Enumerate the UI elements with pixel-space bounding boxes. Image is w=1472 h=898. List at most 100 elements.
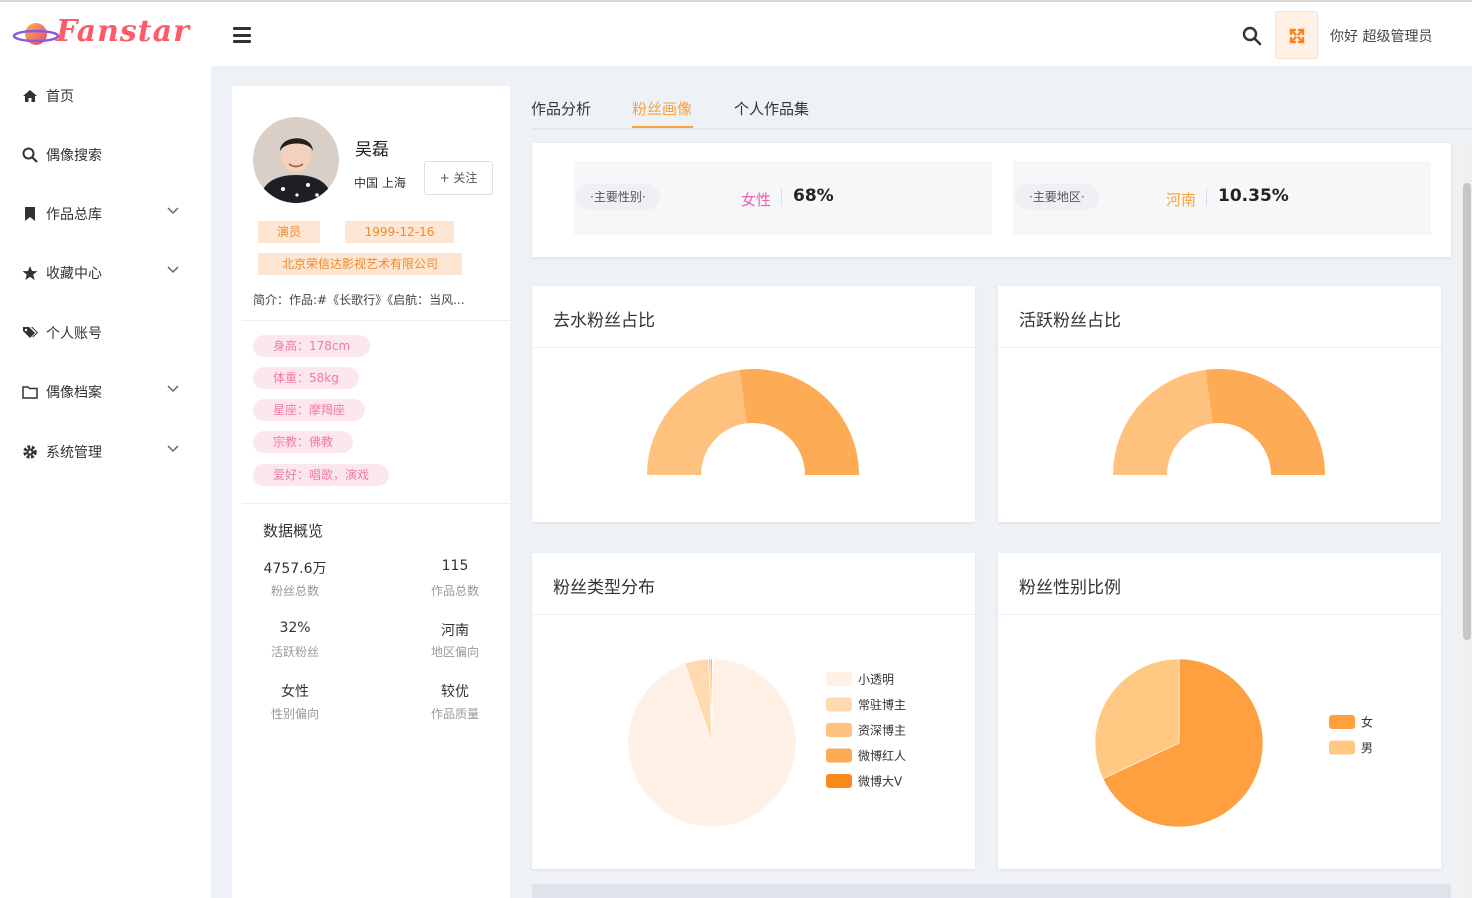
main-region-box: ·主要地区· 河南 10.35% (1013, 161, 1431, 235)
logo-text: Fanstar (56, 14, 190, 49)
home-icon (23, 90, 37, 102)
chevron-down-icon (167, 385, 179, 393)
folder-icon (22, 386, 38, 399)
legend-label-微博大V[interactable]: 微博大V (858, 774, 903, 789)
idol-location: 中国 上海 (354, 176, 406, 190)
page-scrollbar[interactable] (1462, 143, 1472, 898)
sidebar-item-label: 首页 (46, 89, 74, 105)
overview-title: 数据概览 (263, 522, 324, 540)
stat-value-works: 115 (441, 558, 469, 574)
sidebar-item-account[interactable]: 个人账号 (0, 313, 211, 353)
sidebar-item-idol-search[interactable]: 偶像搜索 (0, 135, 211, 175)
stat-value-fans: 4757.6万 (263, 561, 327, 577)
active-fans-chart (1113, 369, 1325, 475)
sidebar-item-system[interactable]: 系统管理 (0, 432, 211, 472)
attribute-tag-hobby: 爱好：唱歌，演戏 (253, 464, 390, 486)
attribute-tag-zodiac: 星座：摩羯座 (253, 399, 366, 421)
sidebar-item-idol-archive[interactable]: 偶像档案 (0, 372, 211, 412)
sidebar-item-label: 系统管理 (46, 445, 102, 461)
legend-swatch-微博红人[interactable] (826, 748, 852, 763)
tab-fan-profile[interactable]: 粉丝画像 (632, 98, 692, 119)
legend-swatch-小透明[interactable] (826, 672, 852, 686)
birthday-tag: 1999-12-16 (345, 221, 454, 243)
menu-toggle-icon[interactable] (233, 27, 251, 43)
legend-label-男[interactable]: 男 (1361, 741, 1373, 755)
star-icon (22, 266, 38, 280)
sidebar-item-label: 偶像档案 (46, 385, 102, 401)
search-icon[interactable] (1242, 26, 1262, 46)
legend-swatch-常驻博主[interactable] (826, 697, 852, 712)
legend-swatch-男[interactable] (1329, 740, 1355, 755)
tab-works-analysis[interactable]: 作品分析 (531, 98, 591, 119)
legend-label-常驻博主[interactable]: 常驻博主 (858, 697, 906, 712)
main-gender-key: 女性 (741, 191, 772, 209)
chevron-down-icon (167, 266, 179, 274)
main-region-key: 河南 (1166, 191, 1197, 209)
attribute-tag-religion: 宗教：佛教 (253, 431, 354, 453)
half-donut-segment-0[interactable] (1113, 369, 1213, 475)
fan-type-chart: 小透明常驻博主资深博主微博红人微博大V (627, 658, 906, 828)
planet-logo-icon (12, 23, 60, 45)
sidebar-item-works-library[interactable]: 作品总库 (0, 194, 211, 234)
fullscreen-button[interactable] (1275, 11, 1318, 59)
main-gender-pill: ·主要性别· (576, 184, 660, 210)
stat-label-region: 地区偏向 (430, 645, 479, 659)
half-donut-segment-1[interactable] (1205, 369, 1325, 475)
scrollbar-thumb[interactable] (1463, 183, 1471, 640)
chart-card-fan-types: 粉丝类型分布 小透明 常驻博主 资深博主 微博红人 微博大V (532, 553, 975, 869)
chart-card-real-fans: 去水粉丝占比 (532, 286, 975, 522)
stat-label-quality: 作品质量 (430, 707, 479, 721)
separator (1206, 188, 1207, 206)
main-region-pill: ·主要地区· (1015, 184, 1099, 210)
main-region-value: 10.35% (1218, 186, 1289, 206)
next-card-edge (532, 884, 1451, 898)
app-logo[interactable]: Fanstar (10, 12, 190, 52)
fullscreen-icon (1289, 28, 1305, 44)
fan-summary-card: ·主要性别· 女性 68% ·主要地区· 河南 10.35% (532, 143, 1451, 257)
chart-title: 粉丝性别比例 (1019, 578, 1121, 598)
stat-label-gender: 性别偏向 (270, 707, 319, 721)
sidebar-item-label: 收藏中心 (46, 266, 102, 282)
chart-card-active-fans: 活跃粉丝占比 (998, 286, 1441, 522)
stat-value-gender: 女性 (281, 684, 309, 700)
legend-label-小透明[interactable]: 小透明 (858, 673, 894, 687)
attribute-tag-height: 身高：178cm (253, 335, 371, 357)
sidebar-item-favorites[interactable]: 收藏中心 (0, 253, 211, 293)
tab-bar: 作品分析 粉丝画像 个人作品集 (531, 86, 1472, 130)
main-gender-box: ·主要性别· 女性 68% (574, 161, 992, 235)
legend-label-女[interactable]: 女 (1361, 715, 1373, 730)
sidebar-item-home[interactable]: 首页 (0, 76, 211, 116)
sidebar-item-label: 偶像搜索 (46, 148, 102, 164)
stat-value-active: 32% (279, 620, 311, 636)
legend-swatch-女[interactable] (1329, 715, 1355, 729)
idol-name: 吴磊 (355, 140, 389, 160)
legend-label-资深博主[interactable]: 资深博主 (858, 723, 906, 738)
occupation-tag: 演员 (258, 221, 320, 243)
separator (781, 188, 782, 206)
legend-swatch-资深博主[interactable] (826, 723, 852, 737)
user-greeting[interactable]: 你好 超级管理员 (1330, 26, 1432, 46)
stat-label-active: 活跃粉丝 (270, 645, 319, 659)
follow-button[interactable]: + 关注 (424, 161, 493, 195)
sidebar-item-label: 个人账号 (46, 326, 102, 342)
chart-title: 去水粉丝占比 (553, 311, 655, 331)
sidebar-item-label: 作品总库 (46, 207, 102, 223)
legend-label-微博红人[interactable]: 微博红人 (858, 748, 906, 763)
legend-swatch-微博大V[interactable] (826, 774, 852, 788)
sidebar: 首页 偶像搜索 作品总库 收藏中心 个人账号 偶像档案 系统管理 (0, 66, 211, 898)
half-donut-segment-1[interactable] (739, 369, 859, 475)
top-bar: Fanstar 你好 超级管理员 (0, 0, 1472, 66)
stat-label-works: 作品总数 (430, 584, 479, 598)
tab-portfolio[interactable]: 个人作品集 (734, 98, 809, 119)
stat-value-region: 河南 (441, 623, 469, 639)
main-gender-value: 68% (793, 186, 834, 206)
chevron-down-icon (167, 207, 179, 215)
half-donut-segment-0[interactable] (647, 369, 747, 475)
chart-title: 活跃粉丝占比 (1019, 311, 1121, 331)
stat-label-fans: 粉丝总数 (270, 584, 319, 598)
real-fans-chart (647, 369, 859, 475)
chart-card-fan-gender: 粉丝性别比例 女男 (998, 553, 1441, 869)
divider (242, 320, 510, 321)
idol-profile-card: 吴磊 中国 上海 + 关注 演员 1999-12-16 北京荣信达影视艺术有限公… (232, 86, 510, 898)
attribute-tag-weight: 体重：58kg (253, 367, 359, 389)
